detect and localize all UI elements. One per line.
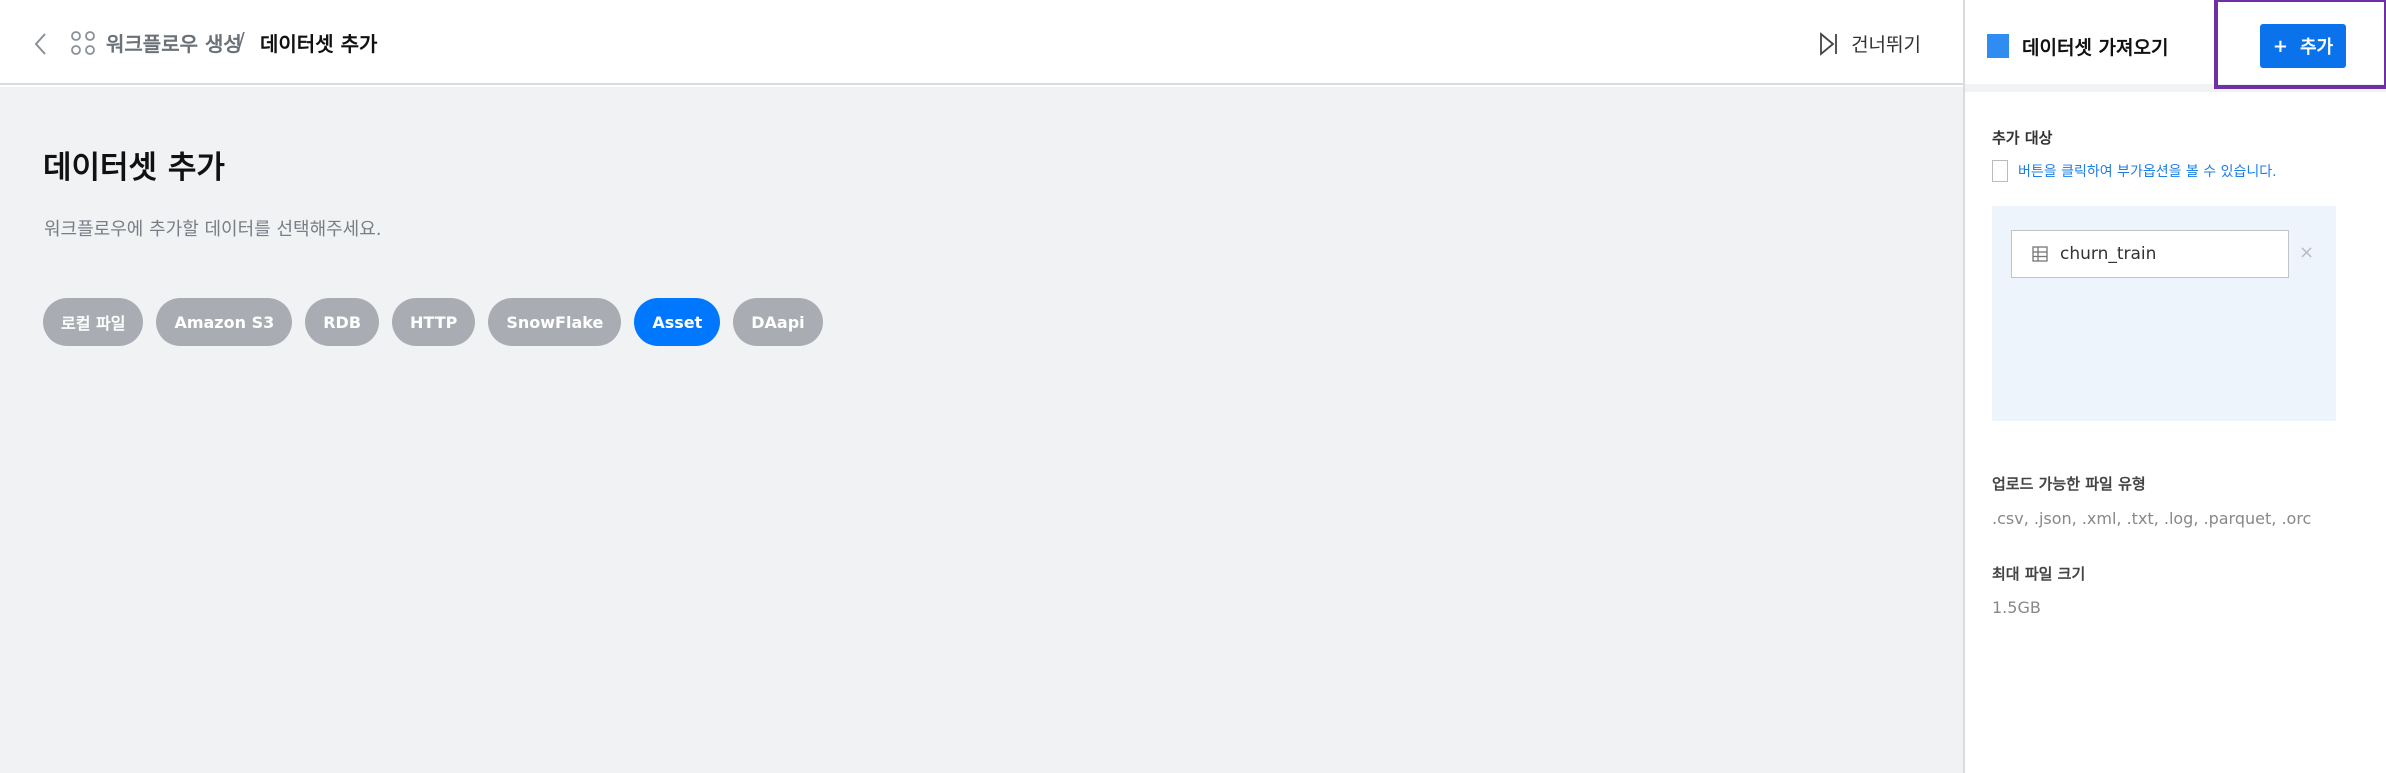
target-label: 추가 대상 (1992, 129, 2053, 147)
panel-square-icon (1987, 34, 2009, 58)
max-size-value: 1.5GB (1992, 598, 2041, 617)
source-chip-local-file[interactable]: 로컬 파일 (43, 298, 144, 346)
breadcrumb-current: 데이터셋 추가 (260, 32, 378, 56)
table-icon (2032, 246, 2048, 262)
workflow-icon (71, 31, 95, 55)
option-hint: 버튼을 클릭하여 부가옵션을 볼 수 있습니다. (1992, 160, 2277, 182)
hint-text: 버튼을 클릭하여 부가옵션을 볼 수 있습니다. (2018, 164, 2277, 180)
page-subtitle: 워크플로우에 추가할 데이터를 선택해주세요. (44, 219, 382, 240)
import-panel: 데이터셋 가져오기 + 추가 추가 대상 버튼을 클릭하여 부가옵션을 볼 수 … (1963, 0, 2386, 773)
source-chip-http[interactable]: HTTP (392, 298, 476, 346)
source-chip-group: 로컬 파일 Amazon S3 RDB HTTP SnowFlake Asset… (43, 298, 823, 346)
breadcrumb-parent[interactable]: 워크플로우 생성 (106, 28, 242, 57)
skip-button[interactable]: 건너뛰기 (1819, 30, 1921, 57)
target-item[interactable]: churn_train (2011, 230, 2289, 278)
top-header: 워크플로우 생성 / 데이터셋 추가 건너뛰기 (0, 0, 1963, 85)
upload-types-value: .csv, .json, .xml, .txt, .log, .parquet,… (1992, 509, 2312, 528)
main-content: 데이터셋 추가 워크플로우에 추가할 데이터를 선택해주세요. 로컬 파일 Am… (0, 87, 1963, 773)
remove-icon[interactable]: × (2299, 242, 2314, 263)
panel-title: 데이터셋 가져오기 (2022, 37, 2169, 59)
plus-icon: + (2272, 35, 2288, 57)
source-chip-asset[interactable]: Asset (634, 298, 721, 346)
target-item-name: churn_train (2060, 244, 2157, 264)
max-size-label: 최대 파일 크기 (1992, 565, 2086, 583)
back-chevron-icon[interactable] (28, 30, 52, 58)
panel-header: 데이터셋 가져오기 + 추가 (1965, 0, 2386, 92)
add-button-label: 추가 (2299, 37, 2334, 58)
add-button[interactable]: + 추가 (2260, 24, 2346, 68)
source-chip-rdb[interactable]: RDB (305, 298, 380, 346)
source-chip-amazon-s3[interactable]: Amazon S3 (156, 298, 293, 346)
skip-label: 건너뛰기 (1851, 34, 1921, 56)
upload-types-label: 업로드 가능한 파일 유형 (1992, 475, 2146, 493)
source-chip-snowflake[interactable]: SnowFlake (488, 298, 622, 346)
hint-checkbox-icon[interactable] (1992, 160, 2008, 182)
page-title: 데이터셋 추가 (43, 150, 225, 186)
target-area: churn_train × (1992, 206, 2336, 421)
skip-icon (1820, 31, 1837, 56)
source-chip-daapi[interactable]: DAapi (733, 298, 823, 346)
breadcrumb-separator: / (238, 28, 245, 52)
